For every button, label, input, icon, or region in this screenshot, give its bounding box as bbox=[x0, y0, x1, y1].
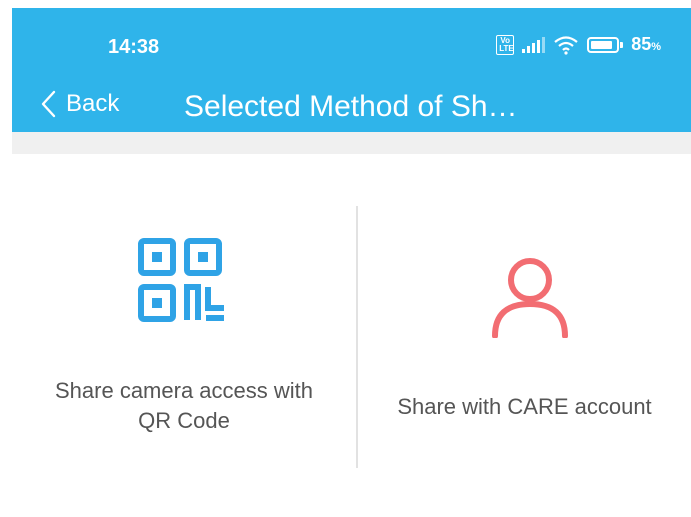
share-qr-code-option[interactable]: Share camera access with QR Code bbox=[12, 206, 356, 468]
back-label: Back bbox=[66, 90, 120, 117]
battery-icon bbox=[587, 36, 624, 53]
qr-code-icon bbox=[138, 238, 224, 322]
status-time: 14:38 bbox=[108, 36, 160, 58]
care-option-label: Share with CARE account bbox=[397, 394, 652, 419]
back-button[interactable]: Back bbox=[40, 90, 119, 118]
person-icon bbox=[492, 258, 568, 338]
signal-icon bbox=[522, 36, 546, 53]
share-options: Share camera access with QR Code Share wi… bbox=[12, 206, 691, 468]
volte-icon: Vo LTE bbox=[496, 34, 515, 55]
status-icons: Vo LTE 85% bbox=[496, 34, 661, 55]
page-title: Selected Method of Sh… bbox=[184, 90, 518, 123]
chevron-left-icon bbox=[41, 90, 56, 118]
battery-percent: 85% bbox=[631, 34, 661, 54]
app-header: 14:38 Vo LTE 85% Back Selected Method of … bbox=[12, 8, 691, 132]
share-care-account-option[interactable]: Share with CARE account bbox=[358, 206, 691, 468]
section-separator bbox=[12, 132, 691, 154]
qr-option-label: Share camera access with QR Code bbox=[55, 378, 313, 433]
wifi-icon bbox=[554, 35, 578, 55]
